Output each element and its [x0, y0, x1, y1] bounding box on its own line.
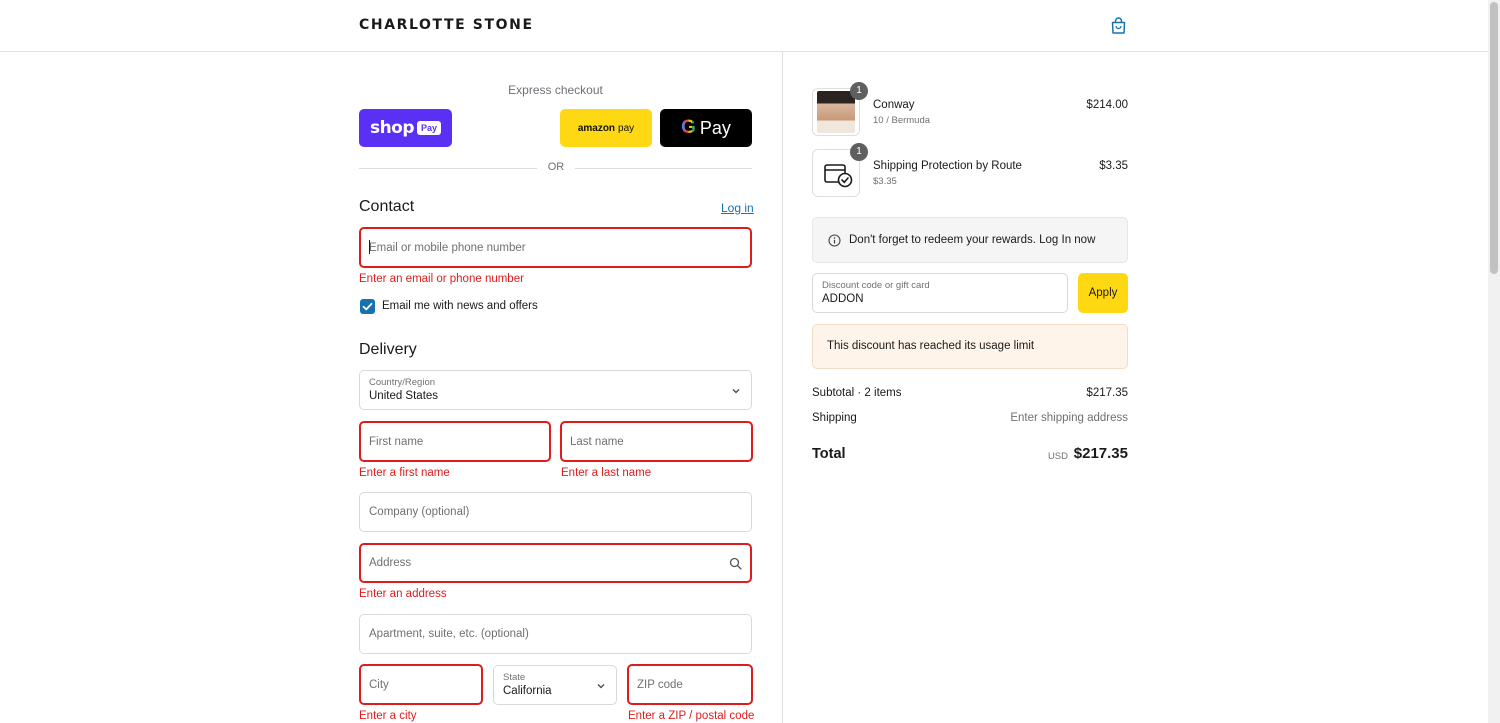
city-field[interactable]: City: [359, 664, 483, 705]
last-name-placeholder: Last name: [570, 435, 624, 448]
zip-error: Enter a ZIP / postal code: [628, 710, 755, 722]
scrollbar-thumb[interactable]: [1490, 2, 1498, 274]
subtotal-label: Subtotal · 2 items: [812, 387, 902, 399]
first-name-field[interactable]: First name: [359, 421, 551, 462]
state-label: State: [503, 672, 526, 683]
address-error: Enter an address: [359, 588, 447, 600]
google-g-icon: G: [681, 117, 696, 138]
apartment-placeholder: Apartment, suite, etc. (optional): [369, 628, 529, 640]
google-pay-button[interactable]: G Pay: [660, 109, 752, 147]
page-scrollbar[interactable]: [1488, 0, 1500, 723]
address-placeholder: Address: [369, 557, 412, 569]
state-select[interactable]: State California: [493, 665, 617, 705]
subtotal-value: $217.35: [1086, 387, 1128, 399]
search-icon[interactable]: [729, 557, 742, 570]
amazon-pay-logo-text: amazon: [577, 122, 616, 134]
rewards-text: Don't forget to redeem your rewards. Log…: [849, 234, 1096, 246]
quantity-badge: 1: [850, 143, 868, 161]
header: CHARLOTTE STONE: [0, 0, 1488, 52]
total-value: $217.35: [1073, 445, 1128, 462]
or-divider-right: [575, 168, 752, 169]
or-divider-left: [359, 168, 537, 169]
last-name-field[interactable]: Last name: [560, 421, 753, 462]
google-pay-text: Pay: [699, 117, 731, 138]
amazon-pay-button[interactable]: amazon pay: [560, 109, 652, 147]
state-value: California: [503, 685, 552, 697]
shop-pay-logo-text: shop: [369, 118, 415, 138]
info-icon: [828, 234, 841, 247]
shopping-bag-icon[interactable]: [1110, 17, 1127, 35]
city-error: Enter a city: [359, 710, 417, 722]
email-field[interactable]: Email or mobile phone number: [359, 227, 752, 268]
apartment-field[interactable]: Apartment, suite, etc. (optional): [359, 614, 752, 654]
checkmark-icon: [362, 302, 373, 311]
zip-placeholder: ZIP code: [637, 678, 683, 691]
newsletter-label: Email me with news and offers: [382, 300, 538, 312]
chevron-down-icon: [732, 389, 740, 394]
discount-error-text: This discount has reached its usage limi…: [827, 340, 1035, 352]
delivery-heading: Delivery: [359, 341, 417, 358]
discount-label: Discount code or gift card: [822, 280, 930, 291]
email-placeholder: Email or mobile phone number: [369, 241, 526, 254]
login-link[interactable]: Log in: [721, 201, 754, 215]
discount-error-alert: This discount has reached its usage limi…: [812, 324, 1128, 369]
brand-logo[interactable]: CHARLOTTE STONE: [359, 17, 534, 33]
company-field[interactable]: Company (optional): [359, 492, 752, 532]
rewards-banner[interactable]: Don't forget to redeem your rewards. Log…: [812, 217, 1128, 263]
item-variant: $3.35: [873, 176, 897, 187]
shop-pay-tag: Pay: [417, 121, 442, 135]
quantity-badge: 1: [850, 82, 868, 100]
amazon-pay-sub: pay: [618, 122, 635, 134]
item-price: $214.00: [1086, 99, 1128, 111]
total-label: Total: [812, 446, 846, 462]
company-placeholder: Company (optional): [369, 506, 470, 518]
item-price: $3.35: [1099, 160, 1128, 172]
shop-pay-button[interactable]: shop Pay: [359, 109, 452, 147]
chevron-down-icon: [597, 684, 605, 689]
country-select[interactable]: Country/Region United States: [359, 370, 752, 410]
contact-heading: Contact: [359, 198, 415, 215]
express-checkout-label: Express checkout: [508, 83, 603, 97]
first-name-error: Enter a first name: [359, 467, 450, 479]
address-field[interactable]: Address: [359, 543, 752, 583]
country-label: Country/Region: [369, 377, 436, 388]
city-placeholder: City: [369, 678, 389, 691]
discount-code-input[interactable]: Discount code or gift card ADDON: [812, 273, 1068, 313]
shipping-label: Shipping: [812, 412, 857, 424]
last-name-error: Enter a last name: [561, 467, 652, 479]
email-error: Enter an email or phone number: [359, 273, 524, 285]
product-image: [817, 91, 855, 133]
or-divider-text: OR: [547, 161, 565, 173]
item-name: Shipping Protection by Route: [873, 160, 1022, 172]
first-name-placeholder: First name: [369, 435, 424, 448]
shipping-value: Enter shipping address: [1010, 412, 1128, 424]
zip-field[interactable]: ZIP code: [627, 664, 753, 705]
apply-discount-button[interactable]: Apply: [1078, 273, 1128, 313]
discount-value: ADDON: [822, 293, 864, 305]
newsletter-checkbox[interactable]: [360, 299, 375, 314]
item-name: Conway: [873, 99, 915, 111]
item-variant: 10 / Bermuda: [873, 115, 931, 126]
country-value: United States: [369, 390, 439, 402]
